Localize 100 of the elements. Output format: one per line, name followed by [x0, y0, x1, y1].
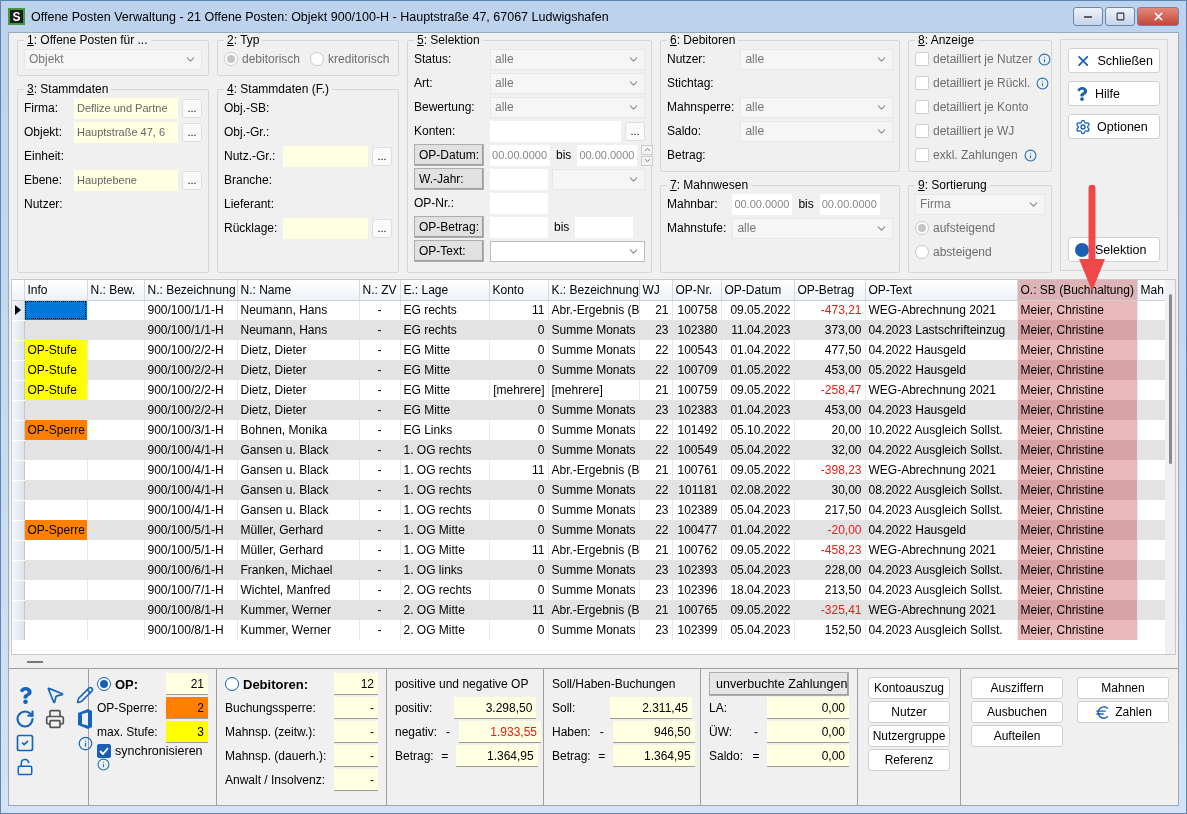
- splitter-handle[interactable]: [27, 660, 43, 663]
- date-field[interactable]: 00.00.0000: [490, 144, 551, 166]
- browse-button[interactable]: ...: [372, 218, 392, 238]
- lookup-field[interactable]: Deflize und Partne: [74, 97, 178, 119]
- office-icon[interactable]: [77, 709, 93, 729]
- pencil-icon[interactable]: [76, 686, 94, 704]
- column-header[interactable]: WJ: [639, 280, 672, 300]
- action-button[interactable]: Nutzer: [868, 701, 950, 723]
- browse-button[interactable]: ...: [182, 98, 202, 118]
- table-row[interactable]: 900/100/4/1-H Gansen u. Black - 1. OG rechts 0 Summe Monats 22 101181 02.08.2022 30,00 08.2022 Ausgleich Sollst. Meier, Christine: [12, 480, 1165, 500]
- table-cell: -: [359, 620, 400, 640]
- command-button[interactable]: Hilfe: [1068, 81, 1160, 106]
- column-header[interactable]: OP-Betrag: [794, 280, 865, 300]
- cursor-icon[interactable]: [45, 685, 65, 705]
- field-label: Obj.-Gr.:: [224, 125, 271, 139]
- action-button[interactable]: Ausbuchen: [971, 701, 1063, 723]
- column-header[interactable]: OP-Nr.: [672, 280, 721, 300]
- minimize-button[interactable]: [1073, 7, 1103, 26]
- spin-buttons[interactable]: [641, 144, 654, 166]
- column-header[interactable]: Konto: [489, 280, 548, 300]
- selection-icon: [1075, 242, 1089, 257]
- table-row[interactable]: OP-Sperre 900/100/3/1-H Bohnen, Monika - EG Links 0 Summe Monats 22 101492 05.10.2022 20,00 10.2022 Ausgleich Sollst. Meier, Christine: [12, 420, 1165, 440]
- table-row[interactable]: 900/100/8/1-H Kummer, Werner - 2. OG Mitte 0 Summe Monats 23 102399 05.04.2023 152,50 04.2023 Ausgleich Sollst. Meier, Christine: [12, 620, 1165, 640]
- action-button[interactable]: Referenz: [868, 749, 950, 771]
- column-header[interactable]: Mah: [1137, 280, 1165, 300]
- column-header[interactable]: K.: Bezeichnung: [548, 280, 639, 300]
- amount-field: 946,50: [612, 721, 695, 743]
- browse-button[interactable]: ...: [372, 146, 392, 166]
- unlock-icon[interactable]: [16, 758, 34, 776]
- table-row[interactable]: OP-Stufe 900/100/2/2-H Dietz, Dieter - EG Mitte 0 Summe Monats 22 100709 01.05.2022 453,00 05.2022 Hausgeld Meier, Christine: [12, 360, 1165, 380]
- count-field: -: [334, 769, 378, 791]
- field-label: Nutz.-Gr.:: [224, 149, 277, 163]
- amount-field: 1.364,95: [455, 745, 538, 767]
- info-icon[interactable]: [97, 758, 110, 771]
- checkbox-option[interactable]: synchronisieren: [97, 744, 208, 758]
- command-button[interactable]: Schließen: [1068, 48, 1160, 73]
- column-header[interactable]: OP-Text: [865, 280, 1017, 300]
- column-header[interactable]: O.: SB (Buchhaltung): [1017, 280, 1137, 300]
- refresh-icon[interactable]: [15, 709, 35, 729]
- group-title: 2: Typ: [226, 33, 261, 47]
- table-row[interactable]: 900/100/4/1-H Gansen u. Black - 1. OG rechts 0 Summe Monats 22 100549 05.04.2022 32,00 04.2022 Ausgleich Sollst. Meier, Christine: [12, 440, 1165, 460]
- amount-field: 0,00: [767, 697, 849, 719]
- column-header[interactable]: N.: Bew.: [87, 280, 144, 300]
- count-field: -: [334, 745, 378, 767]
- table-row[interactable]: 900/100/6/1-H Franken, Michael - 1. OG links 0 Summe Monats 23 102393 05.04.2023 228,00 04.2023 Ausgleich Sollst. Meier, Christine: [12, 560, 1165, 580]
- printer-icon[interactable]: [45, 709, 65, 729]
- table-row[interactable]: 900/100/4/1-H Gansen u. Black - 1. OG rechts 11 Abr.-Ergebnis (B 21 100761 09.05.2022 -398,23 WEG-Abrechnung 2021 Meier, Christine: [12, 460, 1165, 480]
- filter-button[interactable]: OP-Text:: [414, 240, 485, 262]
- amount-field: 2.311,45: [610, 697, 692, 719]
- table-row[interactable]: 900/100/7/1-H Wichtel, Manfred - 2. OG rechts 0 Summe Monats 23 102396 18.04.2023 213,50 04.2023 Ausgleich Sollst. Meier, Christine: [12, 580, 1165, 600]
- command-button[interactable]: Optionen: [1068, 114, 1160, 139]
- column-header[interactable]: E.: Lage: [400, 280, 489, 300]
- browse-button[interactable]: ...: [182, 170, 202, 190]
- action-button[interactable]: Nutzergruppe: [868, 725, 950, 747]
- field-label: max. Stufe:: [97, 725, 158, 739]
- filter-button[interactable]: OP-Datum:: [414, 144, 485, 166]
- selection-button[interactable]: Selektion: [1068, 237, 1160, 262]
- group-title: 7: Mahnwesen: [669, 178, 750, 192]
- action-button[interactable]: Mahnen: [1077, 677, 1169, 699]
- close-icon: [1151, 10, 1165, 23]
- table-row[interactable]: 900/100/8/1-H Kummer, Werner - 2. OG Mitte 11 Abr.-Ergebnis (B 21 100765 09.05.2022 -325,41 WEG-Abrechnung 2021 Meier, Christine: [12, 600, 1165, 620]
- filter-button[interactable]: OP-Betrag:: [414, 216, 485, 238]
- browse-button[interactable]: ...: [182, 122, 202, 142]
- table-row[interactable]: OP-Sperre 900/100/5/1-H Müller, Gerhard - 1. OG Mitte 0 Summe Monats 22 100477 01.04.2022 -20,00 04.2022 Hausgeld Meier, Christine: [12, 520, 1165, 540]
- column-header[interactable]: N.: ZV: [359, 280, 400, 300]
- date-field[interactable]: 00.00.0000: [732, 193, 793, 215]
- browse-button[interactable]: ...: [625, 121, 645, 141]
- lookup-field[interactable]: Hauptstraße 47, 6: [74, 121, 178, 143]
- column-header[interactable]: N.: Name: [237, 280, 359, 300]
- table-row[interactable]: 900/100/5/1-H Müller, Gerhard - 1. OG Mitte 11 Abr.-Ergebnis (B 21 100762 09.05.2022 -458,23 WEG-Abrechnung 2021 Meier, Christine: [12, 540, 1165, 560]
- table-row[interactable]: 900/100/1/1-H Neumann, Hans - EG rechts 11 Abr.-Ergebnis (B 21 100758 09.05.2022 -473,21 WEG-Abrechnung 2021 Meier, Christine: [12, 300, 1165, 320]
- action-button[interactable]: Aufteilen: [971, 725, 1063, 747]
- date-field[interactable]: 00.00.0000: [577, 144, 638, 166]
- table-row[interactable]: 900/100/1/1-H Neumann, Hans - EG rechts 0 Summe Monats 23 102380 11.04.2023 373,00 04.2023 Lastschrifteinzug Meier, Christine: [12, 320, 1165, 340]
- date-field[interactable]: 00.00.0000: [819, 193, 880, 215]
- filter-button[interactable]: W.-Jahr:: [414, 168, 485, 190]
- checkbox-icon[interactable]: [15, 733, 35, 753]
- radio-option[interactable]: Debitoren:: [225, 676, 308, 692]
- action-button[interactable]: Zahlen: [1077, 701, 1169, 723]
- close-button[interactable]: [1137, 7, 1179, 26]
- radio-option[interactable]: OP:: [97, 676, 139, 692]
- amount-field: 3.298,50: [454, 697, 537, 719]
- field-label: Buchungssperre:: [225, 701, 316, 715]
- unbooked-payments-button[interactable]: unverbuchte Zahlungen: [709, 672, 849, 696]
- table-row[interactable]: OP-Stufe 900/100/2/2-H Dietz, Dieter - EG Mitte 0 Summe Monats 22 100543 01.04.2022 477,50 04.2022 Hausgeld Meier, Christine: [12, 340, 1165, 360]
- table-row[interactable]: OP-Stufe 900/100/2/2-H Dietz, Dieter - EG Mitte [mehrere] [mehrere] 21 100759 09.05.2022 -258,47 WEG-Abrechnung 2021 Meier, Christine: [12, 380, 1165, 400]
- column-header[interactable]: N.: Bezeichnung: [144, 280, 237, 300]
- table-row[interactable]: 900/100/4/1-H Gansen u. Black - 1. OG rechts 0 Summe Monats 23 102389 05.04.2023 217,50 04.2023 Ausgleich Sollst. Meier, Christine: [12, 500, 1165, 520]
- action-button[interactable]: Kontoauszug: [868, 677, 950, 699]
- group-title: 4: Stammdaten (F.): [226, 82, 331, 96]
- maximize-button[interactable]: [1105, 7, 1135, 26]
- info-icon[interactable]: [77, 735, 93, 751]
- scrollbar[interactable]: [1165, 280, 1175, 654]
- field-label: Status:: [414, 52, 453, 66]
- column-header[interactable]: OP-Datum: [721, 280, 794, 300]
- column-header[interactable]: Info: [24, 280, 87, 300]
- table-row[interactable]: 900/100/2/2-H Dietz, Dieter - EG Mitte 0 Summe Monats 23 102383 01.04.2023 453,00 04.2023 Hausgeld Meier, Christine: [12, 400, 1165, 420]
- lookup-field[interactable]: Hauptebene: [74, 169, 178, 191]
- status-tag: OP-Stufe: [24, 360, 87, 380]
- action-button[interactable]: Ausziffern: [971, 677, 1063, 699]
